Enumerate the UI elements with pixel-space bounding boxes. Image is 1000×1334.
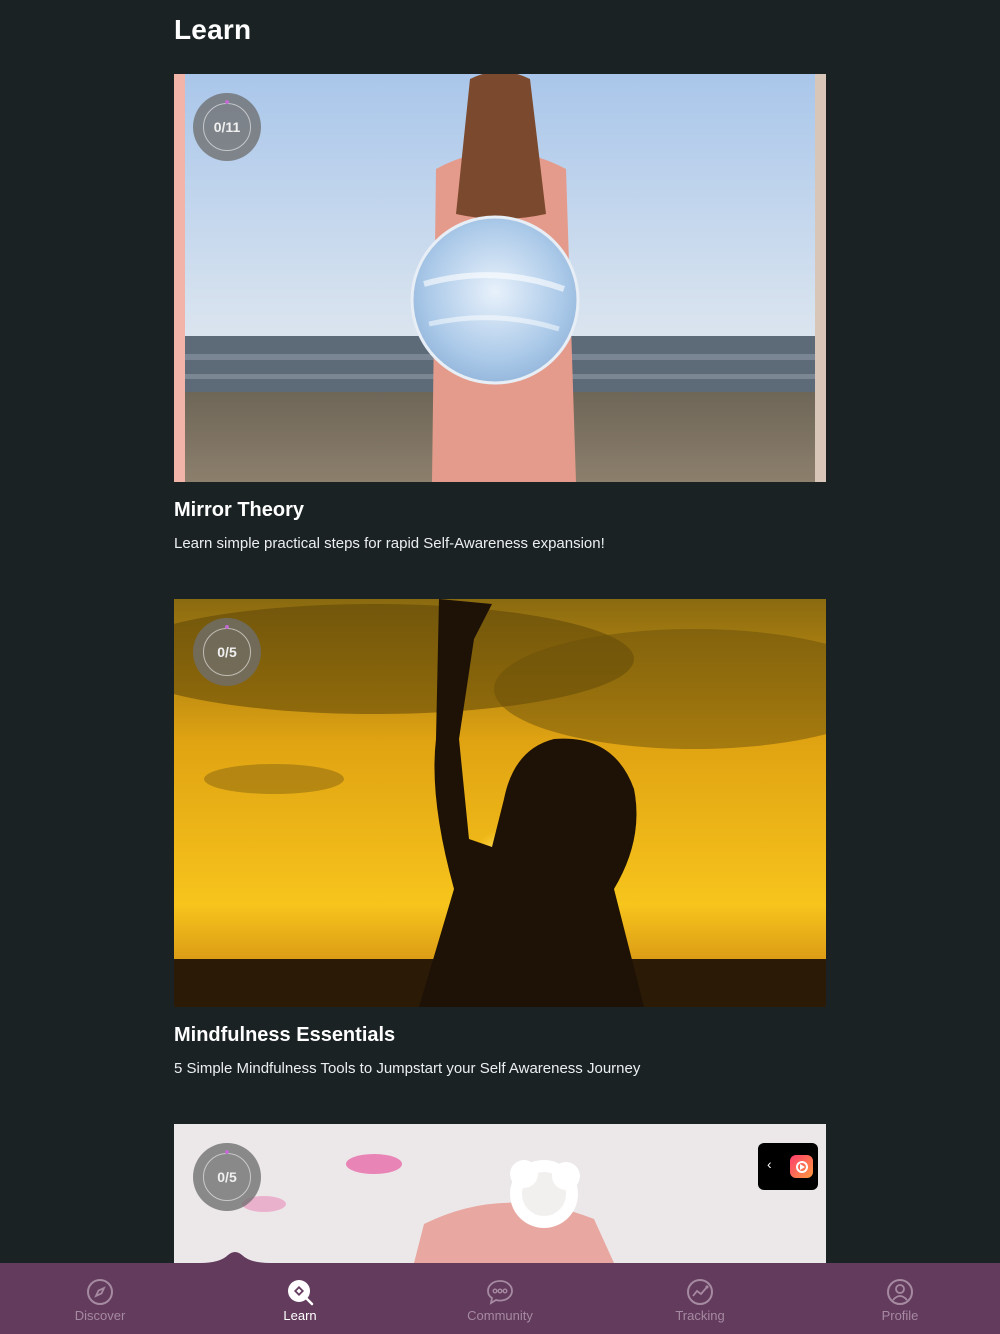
progress-text: 0/5 (217, 1169, 237, 1185)
nav-label: Community (467, 1308, 533, 1323)
course-title: Mindfulness Essentials (174, 1024, 396, 1046)
course-image[interactable]: 0/11 (174, 74, 826, 482)
nav-item-discover[interactable]: Discover (0, 1263, 200, 1334)
page-title: Learn (174, 14, 252, 45)
progress-text: 0/5 (217, 644, 237, 660)
course-description: 5 Simple Mindfulness Tools to Jumpstart … (174, 1060, 641, 1077)
progress-indicator-dot (225, 625, 229, 629)
bottom-nav: Discover Learn Community Tracking Profil… (0, 1263, 1000, 1334)
course-card-third[interactable]: 0/5 (174, 1124, 826, 1263)
progress-badge: 0/5 (193, 1143, 261, 1211)
course-description: Learn simple practical steps for rapid S… (174, 535, 605, 552)
nav-item-learn[interactable]: Learn (200, 1263, 400, 1334)
progress-text: 0/11 (213, 119, 241, 135)
progress-indicator-dot (225, 100, 229, 104)
learn-icon (288, 1280, 314, 1306)
course-image[interactable]: 0/5 (174, 599, 826, 1007)
course-card-mindfulness-essentials[interactable]: 0/5 Mindfulness Essentials 5 Simple Mind… (174, 599, 826, 1077)
progress-badge: 0/11 (193, 93, 261, 161)
course-title: Mirror Theory (174, 499, 305, 521)
nav-label: Tracking (675, 1308, 725, 1323)
floating-app-widget[interactable]: ‹ (758, 1143, 818, 1190)
course-image[interactable]: 0/5 (174, 1124, 826, 1263)
progress-indicator-dot (225, 1150, 229, 1154)
mirror-theory-photo (174, 74, 826, 482)
flower-bath-photo (174, 1124, 826, 1263)
course-card-mirror-theory[interactable]: 0/11 Mirror Theory Learn simple practica… (174, 74, 826, 552)
nav-label: Discover (74, 1308, 126, 1323)
nav-item-profile[interactable]: Profile (800, 1263, 1000, 1334)
tracking-chart-icon (687, 1279, 713, 1305)
nav-item-tracking[interactable]: Tracking (600, 1263, 800, 1334)
progress-badge: 0/5 (193, 618, 261, 686)
nav-item-community[interactable]: Community (400, 1263, 600, 1334)
nav-label: Learn (283, 1308, 317, 1323)
compass-icon (87, 1279, 113, 1305)
person-icon (887, 1279, 913, 1305)
chevron-left-icon[interactable]: ‹ (767, 1156, 772, 1172)
nav-label: Profile (881, 1308, 919, 1323)
chat-bubble-icon (487, 1280, 513, 1305)
mindfulness-sunset-photo (174, 599, 826, 1007)
app-logo-icon[interactable] (790, 1155, 813, 1178)
